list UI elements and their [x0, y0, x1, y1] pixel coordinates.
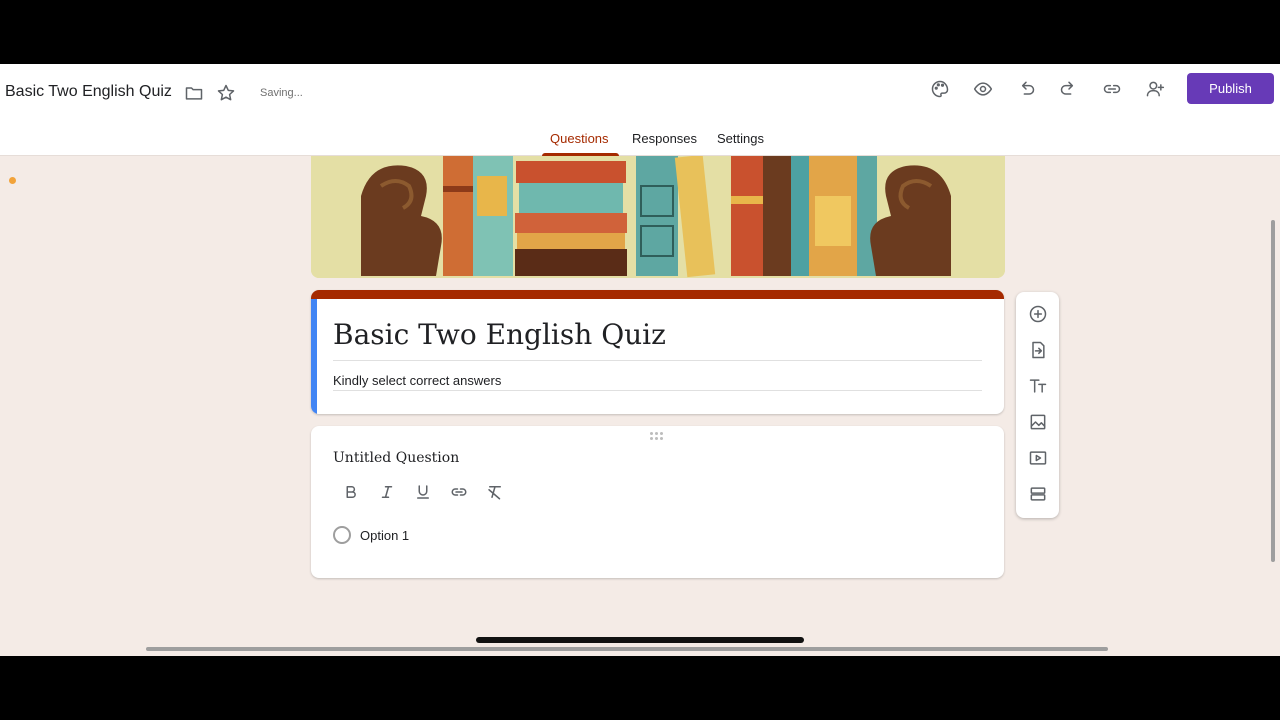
description-underline	[333, 390, 982, 391]
drag-handle-icon[interactable]	[650, 432, 666, 440]
form-editor-screen: Basic Two English Quiz Saving... Publish	[0, 64, 1280, 656]
add-title-icon[interactable]	[1026, 374, 1050, 398]
focus-indicator	[311, 299, 317, 414]
title-underline	[333, 360, 982, 361]
add-image-icon[interactable]	[1026, 410, 1050, 434]
publish-button[interactable]: Publish	[1187, 73, 1274, 104]
star-icon[interactable]	[214, 81, 238, 105]
option-label[interactable]: Option 1	[360, 528, 409, 543]
option-radio[interactable]	[333, 526, 351, 544]
link-icon[interactable]	[1100, 77, 1124, 101]
form-description-input[interactable]: Kindly select correct answers	[333, 373, 501, 388]
folder-icon[interactable]	[182, 81, 206, 105]
side-toolbar	[1016, 292, 1059, 518]
tab-questions[interactable]: Questions	[550, 131, 609, 146]
tab-bar: Questions Responses Settings	[0, 128, 1280, 156]
clear-format-icon[interactable]	[483, 480, 507, 504]
eye-icon[interactable]	[971, 77, 995, 101]
tab-settings[interactable]: Settings	[717, 131, 764, 146]
question-title-input[interactable]: Untitled Question	[333, 450, 459, 466]
add-person-icon[interactable]	[1143, 77, 1167, 101]
header-banner-image	[311, 156, 1005, 278]
palette-icon[interactable]	[928, 77, 952, 101]
bold-icon[interactable]	[339, 480, 363, 504]
document-title[interactable]: Basic Two English Quiz	[5, 83, 172, 101]
tab-responses[interactable]: Responses	[632, 131, 697, 146]
italic-icon[interactable]	[375, 480, 399, 504]
horizontal-scrollbar[interactable]	[146, 647, 1108, 651]
undo-icon[interactable]	[1014, 77, 1038, 101]
import-questions-icon[interactable]	[1026, 338, 1050, 362]
form-title-input[interactable]: Basic Two English Quiz	[333, 318, 666, 351]
question-card[interactable]: Untitled Question Option 1	[311, 426, 1004, 578]
add-section-icon[interactable]	[1026, 482, 1050, 506]
add-video-icon[interactable]	[1026, 446, 1050, 470]
top-bar: Basic Two English Quiz Saving... Publish	[0, 64, 1280, 156]
saving-status: Saving...	[260, 87, 303, 99]
underline-icon[interactable]	[411, 480, 435, 504]
add-question-icon[interactable]	[1026, 302, 1050, 326]
vertical-scrollbar[interactable]	[1271, 220, 1275, 562]
status-dot	[9, 177, 16, 184]
form-title-card: Basic Two English Quiz Kindly select cor…	[311, 290, 1004, 414]
home-indicator	[476, 637, 804, 643]
theme-color-band	[311, 290, 1004, 299]
link-icon[interactable]	[447, 480, 471, 504]
redo-icon[interactable]	[1057, 77, 1081, 101]
